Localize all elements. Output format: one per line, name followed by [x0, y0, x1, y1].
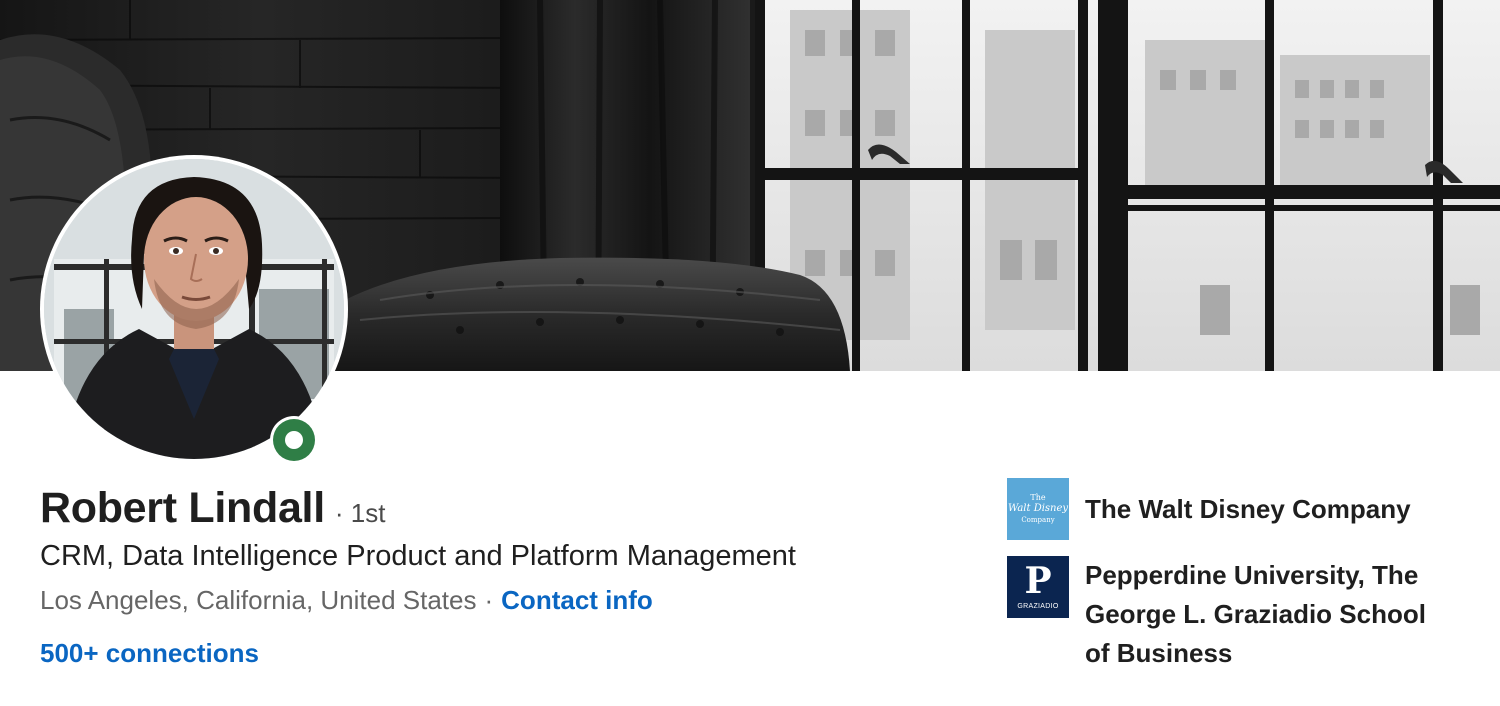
profile-name: Robert Lindall	[40, 484, 325, 532]
school-logo: P GRAZIADIO	[1007, 556, 1069, 618]
company-name: The Walt Disney Company	[1085, 494, 1411, 524]
school-name: Pepperdine University, The George L. Gra…	[1085, 560, 1426, 668]
profile-headline: CRM, Data Intelligence Product and Platf…	[40, 540, 796, 572]
profile-photo-image	[44, 159, 344, 459]
name-row: Robert Lindall · 1st	[40, 484, 385, 533]
company-logo: The Walt Disney Company	[1007, 478, 1069, 540]
connections-link[interactable]: 500+ connections	[40, 638, 259, 669]
contact-info-link[interactable]: Contact info	[501, 585, 653, 616]
location-row: Los Angeles, California, United States ·…	[40, 585, 653, 616]
connection-degree: · 1st	[334, 498, 386, 528]
separator-dot: ·	[484, 585, 494, 615]
profile-card: Robert Lindall · 1st CRM, Data Intellige…	[0, 0, 1500, 706]
education-school-link[interactable]: P GRAZIADIO Pepperdine University, The G…	[1007, 556, 1445, 673]
current-company-link[interactable]: The Walt Disney Company The Walt Disney …	[1007, 478, 1411, 540]
open-to-work-ring-icon	[270, 416, 318, 464]
profile-location: Los Angeles, California, United States	[40, 585, 477, 615]
